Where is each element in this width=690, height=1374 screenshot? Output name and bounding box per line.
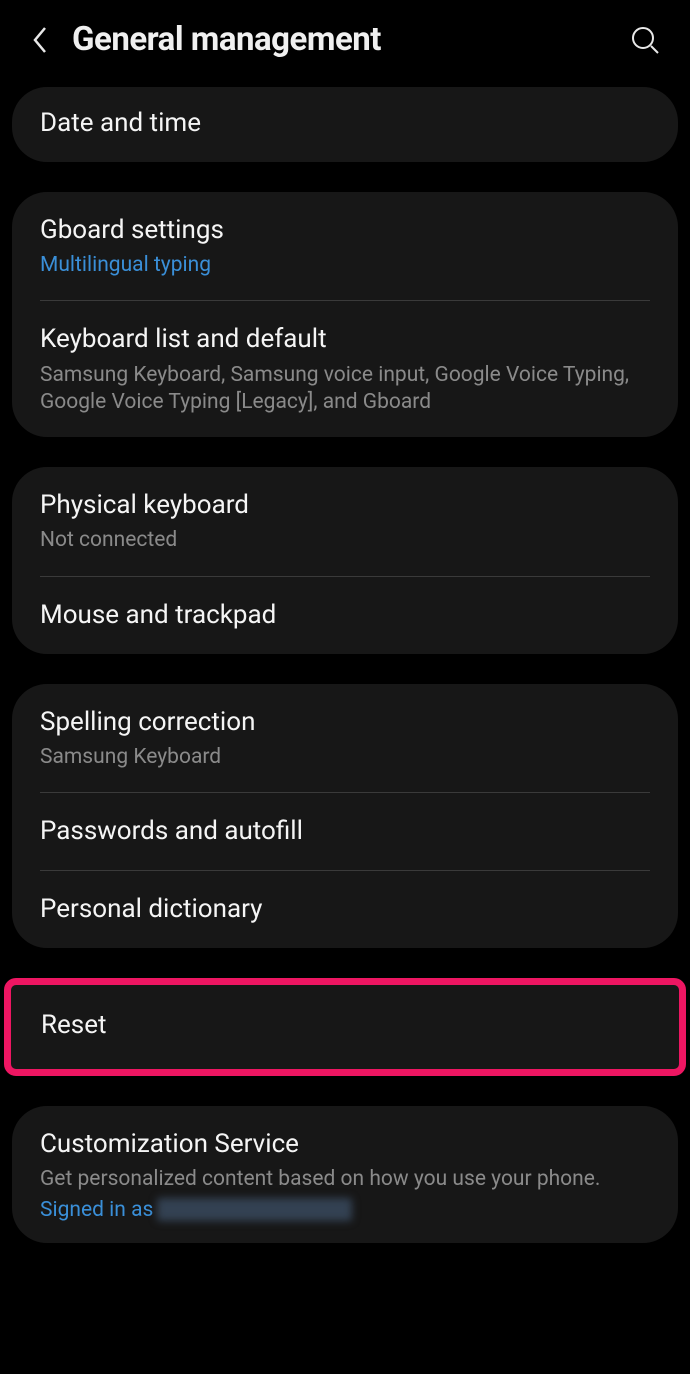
content: Date and time Gboard settings Multilingu…: [0, 87, 690, 1243]
row-date-and-time[interactable]: Date and time: [12, 87, 678, 162]
row-spelling-correction[interactable]: Spelling correction Samsung Keyboard: [12, 684, 678, 792]
signed-in-line: Signed in as: [40, 1198, 650, 1222]
row-title: Spelling correction: [40, 705, 650, 740]
row-personal-dictionary[interactable]: Personal dictionary: [12, 871, 678, 948]
signed-in-email-redacted: [157, 1198, 352, 1221]
back-icon[interactable]: [28, 25, 52, 55]
group-input-devices: Physical keyboard Not connected Mouse an…: [12, 467, 678, 653]
group-keyboard-settings: Gboard settings Multilingual typing Keyb…: [12, 192, 678, 437]
row-title: Physical keyboard: [40, 488, 650, 523]
row-reset[interactable]: Reset: [11, 985, 679, 1069]
row-subtitle: Samsung Keyboard, Samsung voice input, G…: [40, 362, 650, 417]
row-mouse-and-trackpad[interactable]: Mouse and trackpad: [12, 577, 678, 654]
signed-in-prefix: Signed in as: [40, 1198, 153, 1222]
group-datetime: Date and time: [12, 87, 678, 162]
row-gboard-settings[interactable]: Gboard settings Multilingual typing: [12, 192, 678, 300]
row-title: Keyboard list and default: [40, 322, 650, 357]
row-title: Gboard settings: [40, 213, 650, 248]
header: General management: [0, 0, 690, 87]
row-physical-keyboard[interactable]: Physical keyboard Not connected: [12, 467, 678, 575]
row-title: Personal dictionary: [40, 892, 650, 927]
group-customization: Customization Service Get personalized c…: [12, 1106, 678, 1242]
row-title: Reset: [41, 1008, 649, 1043]
row-passwords-and-autofill[interactable]: Passwords and autofill: [12, 793, 678, 870]
page-title: General management: [72, 20, 608, 59]
row-title: Passwords and autofill: [40, 814, 650, 849]
row-subtitle: Not connected: [40, 527, 650, 554]
row-subtitle: Multilingual typing: [40, 252, 650, 279]
row-keyboard-list-and-default[interactable]: Keyboard list and default Samsung Keyboa…: [12, 301, 678, 437]
row-customization-service[interactable]: Customization Service Get personalized c…: [12, 1106, 678, 1242]
row-title: Date and time: [40, 106, 650, 141]
row-subtitle: Get personalized content based on how yo…: [40, 1166, 650, 1193]
row-title: Mouse and trackpad: [40, 598, 650, 633]
group-text-input: Spelling correction Samsung Keyboard Pas…: [12, 684, 678, 949]
group-reset-highlighted: Reset: [4, 978, 686, 1076]
row-subtitle: Samsung Keyboard: [40, 744, 650, 771]
row-title: Customization Service: [40, 1127, 650, 1162]
search-icon[interactable]: [628, 23, 662, 57]
